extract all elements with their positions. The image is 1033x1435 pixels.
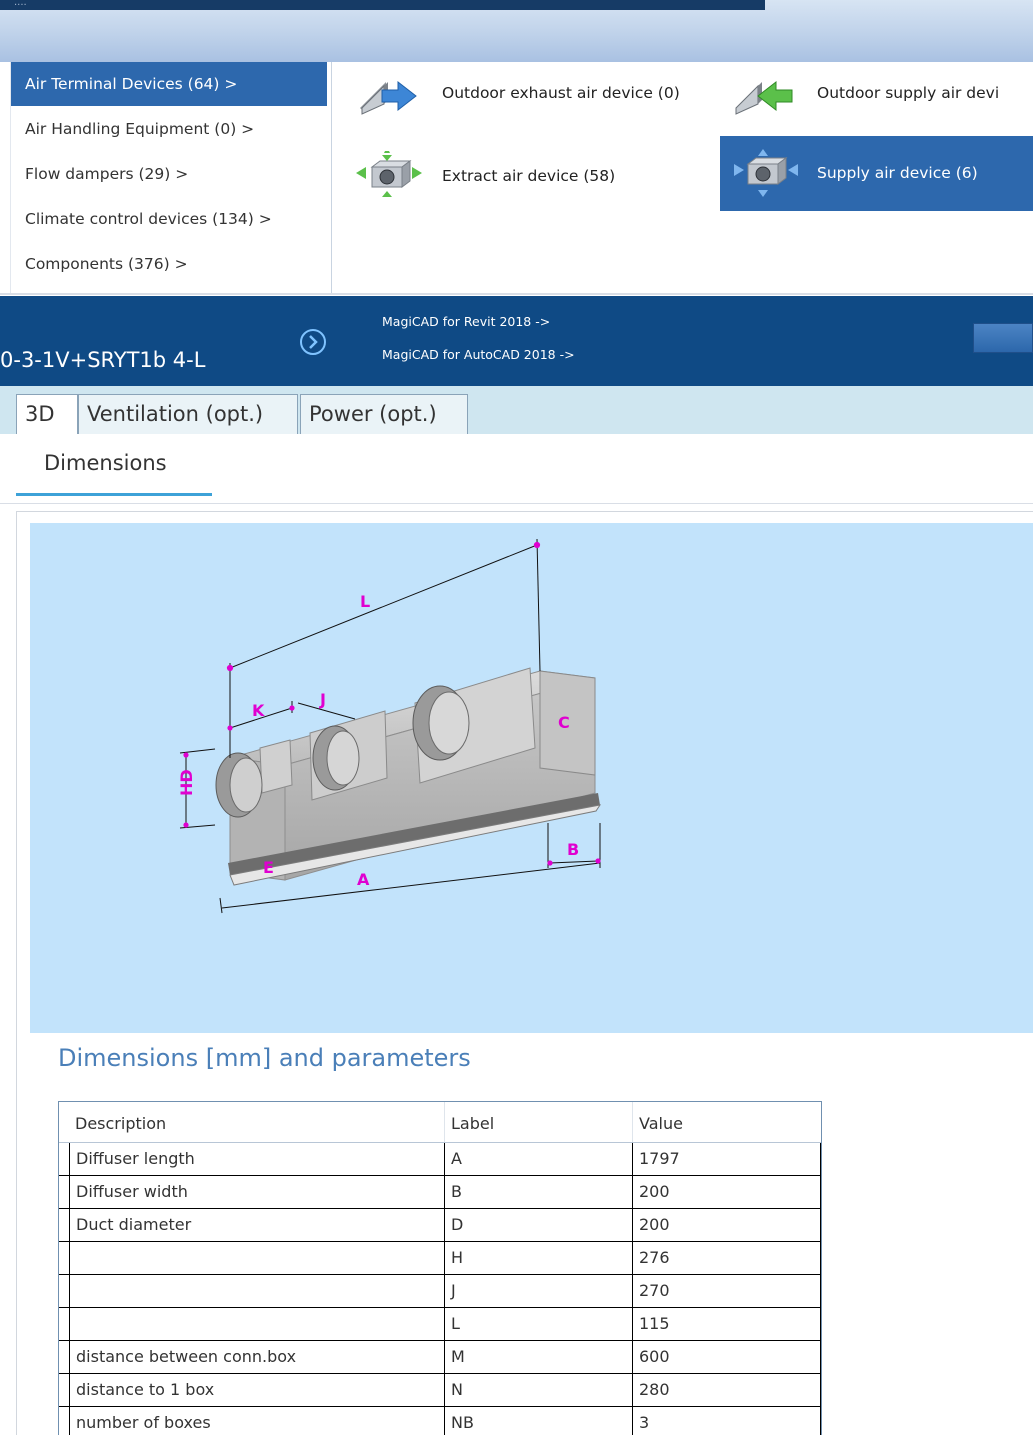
link-magicad-autocad[interactable]: MagiCAD for AutoCAD 2018 ->: [382, 347, 575, 362]
cell-label: N: [444, 1374, 632, 1406]
table-row: distance to 1 box N 280: [59, 1374, 821, 1407]
device-supply-air[interactable]: Supply air device (6): [720, 136, 1033, 211]
cell-description: [69, 1242, 444, 1274]
section-separator: [0, 293, 1033, 295]
tab-ventilation[interactable]: Ventilation (opt.): [78, 394, 298, 434]
3d-view[interactable]: L K J C HD A B E: [30, 523, 1033, 1033]
cell-description: distance between conn.box: [69, 1341, 444, 1373]
category-components[interactable]: Components (376) >: [11, 242, 327, 286]
device-outdoor-exhaust[interactable]: Outdoor exhaust air device (0): [346, 68, 720, 118]
dim-label-a: A: [357, 870, 370, 889]
dim-label-k: K: [252, 701, 265, 720]
device-label: Outdoor exhaust air device (0): [442, 84, 680, 102]
table-row: distance between conn.box M 600: [59, 1341, 821, 1374]
expand-circle-icon[interactable]: [298, 327, 328, 361]
device-label: Extract air device (58): [442, 167, 616, 185]
category-flow-dampers[interactable]: Flow dampers (29) >: [11, 152, 327, 196]
subtab-underline: [16, 493, 212, 496]
product-band: 0-3-1V+SRYT1b 4-L MagiCAD for Revit 2018…: [0, 296, 1033, 386]
extract-air-icon: [354, 147, 424, 205]
dim-label-c: C: [558, 713, 570, 732]
cell-label: J: [444, 1275, 632, 1307]
band-button[interactable]: [973, 323, 1033, 353]
category-air-terminal-devices[interactable]: Air Terminal Devices (64) >: [11, 62, 327, 106]
top-header: ....: [0, 0, 1033, 62]
cell-value: 600: [632, 1341, 821, 1373]
table-row: J 270: [59, 1275, 821, 1308]
top-dark-strip: [0, 0, 765, 10]
cell-label: A: [444, 1143, 632, 1175]
cell-label: M: [444, 1341, 632, 1373]
tab-bar: 3D Ventilation (opt.) Power (opt.): [0, 386, 1033, 434]
table-header-row: Description Label Value: [59, 1102, 821, 1143]
cell-description: Duct diameter: [69, 1209, 444, 1241]
cell-description: Diffuser length: [69, 1143, 444, 1175]
cell-label: NB: [444, 1407, 632, 1435]
header-value: Value: [632, 1102, 821, 1142]
supply-air-icon: [730, 148, 800, 202]
subtab-rule: [0, 503, 1033, 504]
table-row: H 276: [59, 1242, 821, 1275]
link-magicad-revit[interactable]: MagiCAD for Revit 2018 ->: [382, 314, 550, 329]
cell-description: [69, 1308, 444, 1340]
cell-value: 1797: [632, 1143, 821, 1175]
cell-label: D: [444, 1209, 632, 1241]
dim-label-l: L: [360, 592, 370, 611]
device-type-grid: Outdoor exhaust air device (0) Outdoor s…: [332, 62, 1033, 294]
subtab-dimensions[interactable]: Dimensions: [44, 451, 167, 475]
cell-label: L: [444, 1308, 632, 1340]
table-row: Duct diameter D 200: [59, 1209, 821, 1242]
category-list: Air Terminal Devices (64) > Air Handling…: [10, 62, 332, 294]
table-row: number of boxes NB 3: [59, 1407, 821, 1435]
cell-value: 276: [632, 1242, 821, 1274]
cell-description: Diffuser width: [69, 1176, 444, 1208]
device-label: Supply air device (6): [817, 164, 978, 182]
device-extract-air[interactable]: Extract air device (58): [346, 147, 720, 201]
header-dots: ....: [14, 0, 27, 8]
device-label: Outdoor supply air devi: [817, 84, 1000, 102]
table-row: L 115: [59, 1308, 821, 1341]
cell-value: 200: [632, 1176, 821, 1208]
tab-3d[interactable]: 3D: [16, 394, 78, 434]
cell-description: [69, 1275, 444, 1307]
cell-label: B: [444, 1176, 632, 1208]
cell-value: 280: [632, 1374, 821, 1406]
cell-value: 3: [632, 1407, 821, 1435]
category-air-handling-equipment[interactable]: Air Handling Equipment (0) >: [11, 107, 327, 151]
dim-label-e: E: [263, 858, 274, 877]
header-description: Description: [75, 1114, 167, 1133]
dim-label-j: J: [319, 690, 326, 709]
category-climate-control-devices[interactable]: Climate control devices (134) >: [11, 197, 327, 241]
dim-label-hd: HD: [177, 769, 196, 796]
dimensions-table: Description Label Value Diffuser length …: [58, 1101, 822, 1435]
dimensions-title: Dimensions [mm] and parameters: [58, 1044, 471, 1072]
table-row: Diffuser length A 1797: [59, 1143, 821, 1176]
product-name: 0-3-1V+SRYT1b 4-L: [0, 348, 206, 372]
device-outdoor-supply[interactable]: Outdoor supply air devi: [720, 68, 1033, 118]
outdoor-supply-icon: [730, 68, 796, 122]
diffuser-drawing: L K J C HD A B E: [177, 538, 602, 914]
cell-value: 200: [632, 1209, 821, 1241]
table-row: Diffuser width B 200: [59, 1176, 821, 1209]
cell-value: 270: [632, 1275, 821, 1307]
tab-power[interactable]: Power (opt.): [300, 394, 468, 434]
cell-description: number of boxes: [69, 1407, 444, 1435]
header-label: Label: [444, 1102, 632, 1142]
outdoor-exhaust-icon: [356, 68, 422, 122]
cell-value: 115: [632, 1308, 821, 1340]
cell-label: H: [444, 1242, 632, 1274]
dim-label-b: B: [567, 840, 579, 859]
cell-description: distance to 1 box: [69, 1374, 444, 1406]
